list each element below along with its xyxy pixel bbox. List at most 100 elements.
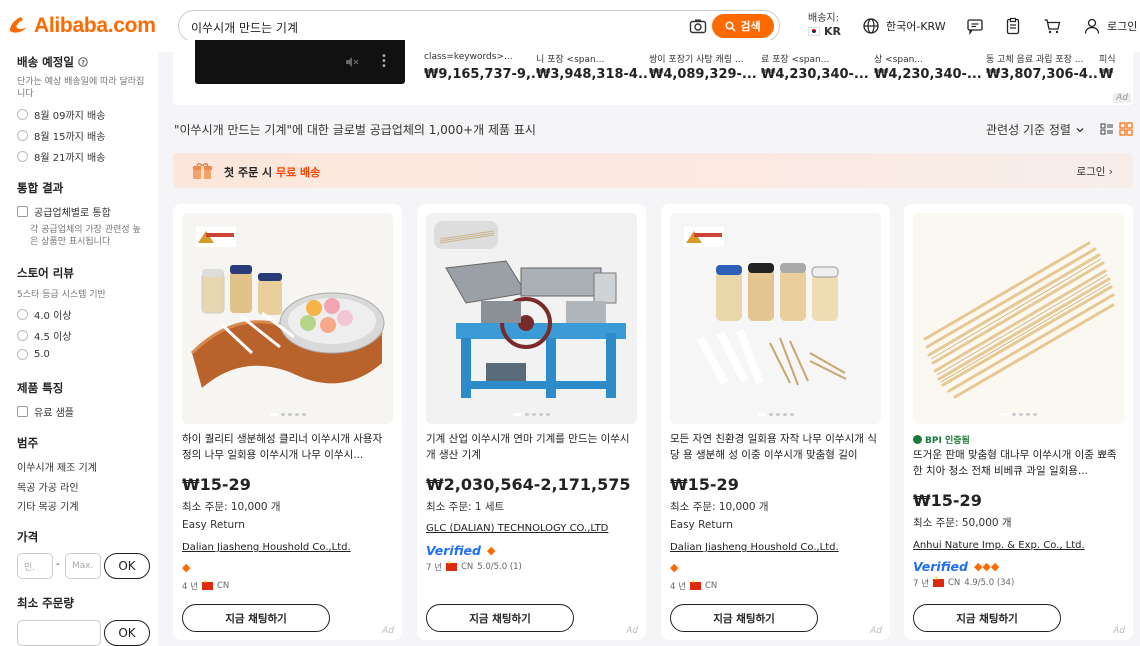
language-selector[interactable]: 한국어-KRW bbox=[862, 17, 946, 35]
product-title[interactable]: 기계 산업 이쑤시개 연마 기계를 만드는 이쑤시개 생산 기계 bbox=[426, 431, 638, 464]
product-card[interactable]: BPI 인증됨 뜨거운 판매 맞춤형 대나무 이쑤시개 이중 뾰족한 치아 청소… bbox=[904, 204, 1133, 640]
product-card[interactable]: 하이 퀄리티 생분해성 클리너 이쑤시개 사용자 정의 나무 일회용 이쑤시개 … bbox=[173, 204, 402, 640]
merge-option[interactable]: 공급업체별로 통합 bbox=[17, 204, 111, 219]
category-link[interactable]: 이쑤시개 제조 기계 bbox=[17, 459, 97, 474]
gold-diamond-icon: ◆◆◆ bbox=[973, 560, 1000, 573]
min-price-input[interactable]: 민. bbox=[17, 553, 53, 579]
category-link[interactable]: 목공 가공 라인 bbox=[17, 479, 79, 494]
message-icon[interactable] bbox=[966, 17, 984, 35]
strip-price[interactable]: ₩4,089,329-... bbox=[649, 67, 761, 82]
min-order: 최소 주문: 10,000 개 bbox=[182, 501, 281, 513]
checkbox[interactable] bbox=[17, 206, 28, 217]
product-title[interactable]: 뜨거운 판매 맞춤형 대나무 이쑤시개 이중 뾰족한 치아 청소 전채 비베큐 … bbox=[913, 447, 1125, 480]
moq-input[interactable] bbox=[17, 620, 101, 646]
review-option[interactable]: 5.0 bbox=[17, 349, 50, 360]
strip-price[interactable]: ₩9,165,737-9,... bbox=[424, 67, 536, 82]
strip-caption: 료 포장 <span... bbox=[761, 55, 830, 65]
supplier-badge: ◆ bbox=[670, 561, 678, 574]
chat-now-button[interactable]: 지금 채팅하기 bbox=[182, 604, 330, 632]
supplier-meta: 4 년 CN bbox=[182, 579, 229, 592]
chevron-down-icon bbox=[1076, 127, 1084, 132]
radio-button[interactable] bbox=[17, 349, 28, 360]
cart-icon[interactable] bbox=[1043, 17, 1061, 35]
grid-view-icon[interactable] bbox=[1119, 122, 1133, 136]
supplier-link[interactable]: Anhui Nature Imp. & Exp. Co., Ltd. bbox=[913, 540, 1085, 551]
free-shipping-banner: 첫 주문 시 무료 배송 로그인 › bbox=[173, 153, 1133, 188]
radio-button[interactable] bbox=[17, 309, 28, 320]
paid-sample-option[interactable]: 유료 샘플 bbox=[17, 404, 74, 419]
product-card[interactable]: 기계 산업 이쑤시개 연마 기계를 만드는 이쑤시개 생산 기계 ₩2,030,… bbox=[417, 204, 646, 640]
strip-price[interactable]: ₩4,230,340-... bbox=[874, 67, 986, 82]
supplier-years: 7 년 bbox=[913, 579, 929, 589]
supplier-link[interactable]: GLC (DALIAN) TECHNOLOGY CO.,LTD bbox=[426, 523, 608, 534]
sponsored-strip: • • • class=keywords>... ₩9,165,737-9,... … bbox=[173, 40, 1133, 105]
search-input[interactable] bbox=[191, 17, 671, 37]
review-filter-title: 스토어 리뷰 bbox=[17, 266, 74, 280]
chat-now-button[interactable]: 지금 채팅하기 bbox=[913, 604, 1061, 632]
product-price: ₩15-29 bbox=[670, 475, 739, 494]
paid-sample-label: 유료 샘플 bbox=[34, 408, 74, 419]
chat-now-button[interactable]: 지금 채팅하기 bbox=[426, 604, 574, 632]
china-flag-icon bbox=[932, 576, 944, 587]
easy-return-label: Easy Return bbox=[182, 519, 245, 531]
mute-icon[interactable] bbox=[345, 56, 359, 68]
supplier-rating: 5.0/5.0 (1) bbox=[477, 562, 522, 572]
moq-ok-button[interactable]: OK bbox=[104, 620, 150, 646]
supplier-link[interactable]: Dalian Jiasheng Houshold Co.,Ltd. bbox=[182, 542, 351, 553]
product-image[interactable] bbox=[670, 213, 881, 424]
bpi-label: BPI 인증됨 bbox=[925, 436, 970, 446]
product-title[interactable]: 하이 퀄리티 생분해성 클리너 이쑤시개 사용자 정의 나무 일회용 이쑤시개 … bbox=[182, 431, 394, 464]
search-button-label: 검색 bbox=[740, 20, 761, 33]
video-player[interactable]: • • • bbox=[195, 40, 405, 84]
image-pager[interactable] bbox=[1000, 413, 1037, 416]
supplier-badge: ◆ bbox=[182, 561, 190, 574]
radio-button[interactable] bbox=[17, 151, 28, 162]
product-image[interactable] bbox=[913, 213, 1124, 424]
delivery-note: 단가는 예상 배송일에 따라 달라집니다 bbox=[17, 77, 145, 99]
login-link[interactable]: 로그인 bbox=[1083, 17, 1137, 35]
review-option-label: 4.0 이상 bbox=[34, 311, 72, 322]
review-note: 5스타 등급 시스템 기반 bbox=[17, 290, 106, 300]
strip-price[interactable]: ₩4,230,340-... bbox=[761, 67, 873, 82]
delivery-option[interactable]: 8월 21까지 배송 bbox=[17, 149, 105, 164]
chat-now-button[interactable]: 지금 채팅하기 bbox=[670, 604, 818, 632]
strip-caption: 니 포장 <span... bbox=[536, 55, 605, 65]
strip-price[interactable]: ₩ bbox=[1099, 67, 1129, 82]
radio-button[interactable] bbox=[17, 109, 28, 120]
review-option[interactable]: 4.0 이상 bbox=[17, 307, 71, 322]
sort-dropdown[interactable]: 관련성 기준 정렬 bbox=[986, 121, 1085, 138]
more-options-icon[interactable]: • • • bbox=[381, 52, 387, 72]
delivery-option[interactable]: 8월 09까지 배송 bbox=[17, 107, 105, 122]
strip-price[interactable]: ₩3,807,306-4... bbox=[986, 67, 1098, 82]
gold-diamond-icon: ◆ bbox=[670, 561, 679, 574]
alibaba-logo[interactable]: Alibaba.com bbox=[6, 13, 156, 39]
promo-login-link[interactable]: 로그인 › bbox=[1076, 164, 1113, 179]
max-price-input[interactable]: Max. bbox=[65, 553, 101, 579]
review-option[interactable]: 4.5 이상 bbox=[17, 328, 71, 343]
supplier-country: CN bbox=[704, 581, 718, 591]
orders-icon[interactable] bbox=[1004, 17, 1022, 35]
review-option-label: 5.0 bbox=[34, 349, 50, 360]
merge-option-label: 공급업체별로 통합 bbox=[34, 208, 111, 219]
radio-button[interactable] bbox=[17, 130, 28, 141]
image-pager[interactable] bbox=[269, 413, 306, 416]
camera-search-icon[interactable] bbox=[689, 18, 707, 34]
price-ok-button[interactable]: OK bbox=[104, 553, 150, 579]
radio-button[interactable] bbox=[17, 330, 28, 341]
checkbox[interactable] bbox=[17, 406, 28, 417]
easy-return-label: Easy Return bbox=[670, 519, 733, 531]
category-link[interactable]: 기타 목공 기계 bbox=[17, 498, 79, 513]
help-icon[interactable]: ? bbox=[78, 57, 88, 67]
delivery-option[interactable]: 8월 15까지 배송 bbox=[17, 128, 105, 143]
list-view-icon[interactable] bbox=[1100, 122, 1114, 136]
product-image[interactable] bbox=[426, 213, 637, 424]
image-pager[interactable] bbox=[757, 413, 794, 416]
supplier-link[interactable]: Dalian Jiasheng Houshold Co.,Ltd. bbox=[670, 542, 839, 553]
product-title[interactable]: 모든 자연 친환경 일회용 자작 나무 이쑤시개 식당 용 생분해 성 이중 이… bbox=[670, 431, 882, 464]
ship-to-selector[interactable]: 배송지: KR bbox=[808, 12, 841, 38]
strip-price[interactable]: ₩3,948,318-4... bbox=[536, 67, 648, 82]
product-image[interactable] bbox=[182, 213, 393, 424]
product-card[interactable]: 모든 자연 친환경 일회용 자작 나무 이쑤시개 식당 용 생분해 성 이중 이… bbox=[661, 204, 890, 640]
search-button[interactable]: 검색 bbox=[712, 14, 774, 38]
image-pager[interactable] bbox=[513, 413, 550, 416]
